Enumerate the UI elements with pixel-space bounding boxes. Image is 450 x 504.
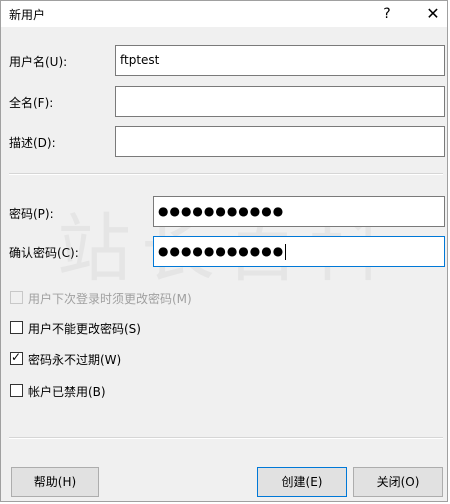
account-disabled-checkbox[interactable] [10,384,23,397]
account-disabled-label: 帐户已禁用(B) [28,385,106,399]
separator-top [9,173,443,175]
username-label: 用户名(U): [9,55,68,69]
must-change-password-label: 用户下次登录时须更改密码(M) [28,292,192,306]
confirm-password-label: 确认密码(C): [9,246,79,260]
cannot-change-password-label: 用户不能更改密码(S) [28,322,141,336]
password-input[interactable]: ●●●●●●●●●●● [153,196,445,227]
checkmark-icon: ✓ [11,350,22,364]
confirm-password-mask: ●●●●●●●●●●● [158,244,285,258]
fullname-input[interactable] [115,86,445,117]
description-label: 描述(D): [9,136,56,150]
password-never-expires-label: 密码永不过期(W) [28,353,122,367]
must-change-password-checkbox[interactable] [10,291,23,304]
text-caret [285,243,287,260]
create-button[interactable]: 创建(E) [257,467,347,497]
password-never-expires-checkbox[interactable]: ✓ [10,350,23,365]
title-bar: 新用户 ? ✕ [1,1,447,27]
close-icon[interactable]: ✕ [422,3,444,25]
password-mask: ●●●●●●●●●●● [158,204,285,218]
username-input[interactable]: ftptest [115,45,445,76]
password-label: 密码(P): [9,207,54,221]
window-title: 新用户 [9,8,46,22]
cannot-change-password-checkbox[interactable] [10,321,23,334]
fullname-label: 全名(F): [9,96,54,110]
description-input[interactable] [115,126,445,157]
help-button[interactable]: 帮助(H) [11,467,99,497]
separator-bottom [9,437,443,439]
confirm-password-input[interactable]: ●●●●●●●●●●● [153,236,445,267]
close-button[interactable]: 关闭(O) [353,467,443,497]
new-user-dialog: 新用户 ? ✕ 用户名(U): ftptest 全名(F): 描述(D): 站长… [0,0,448,502]
help-icon[interactable]: ? [376,3,398,25]
